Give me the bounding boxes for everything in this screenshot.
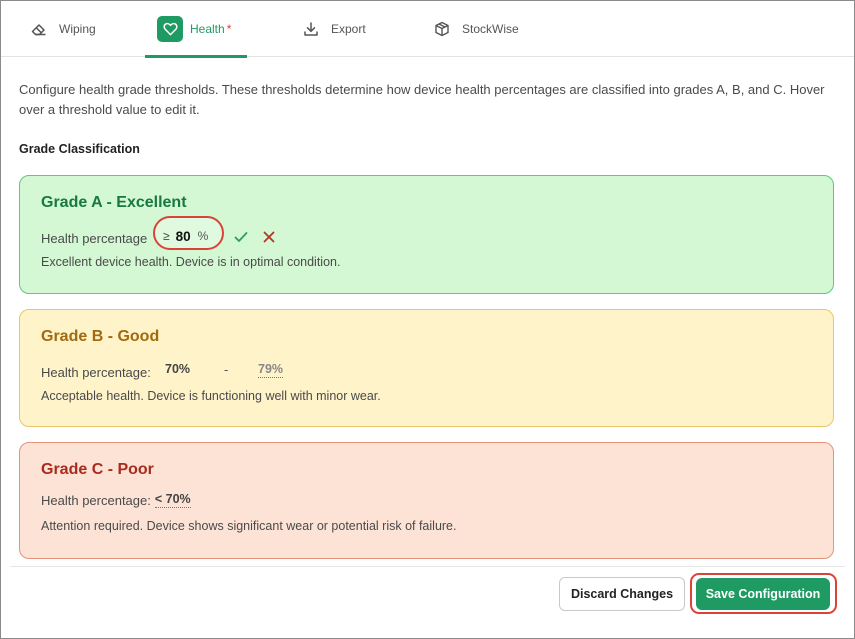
grade-b-description: Acceptable health. Device is functioning… xyxy=(41,389,381,403)
active-tab-indicator xyxy=(145,55,247,58)
eraser-icon xyxy=(29,19,49,39)
grade-b-low-value: 70% xyxy=(165,362,191,376)
cancel-x-icon[interactable] xyxy=(261,229,277,245)
intro-text: Configure health grade thresholds. These… xyxy=(19,82,825,117)
tab-stockwise[interactable]: StockWise xyxy=(432,1,519,57)
grade-a-description: Excellent device health. Device is in op… xyxy=(41,255,341,269)
grade-a-threshold-input[interactable]: 80 xyxy=(176,229,191,244)
grade-a-hp-label: Health percentage xyxy=(41,230,148,246)
grade-c-title: Grade C - Poor xyxy=(41,461,154,478)
grade-c-hp-row: Health percentage: < 70% xyxy=(41,490,191,510)
grade-a-title: Grade A - Excellent xyxy=(41,194,187,211)
grade-b-hp-label: Health percentage: xyxy=(41,364,151,380)
tab-export[interactable]: Export xyxy=(301,1,366,57)
box-icon xyxy=(432,19,452,39)
save-configuration-button[interactable]: Save Configuration xyxy=(696,578,830,610)
tab-stockwise-label: StockWise xyxy=(462,22,519,36)
confirm-check-icon[interactable] xyxy=(233,229,249,245)
grade-a-hp-row: Health percentage xyxy=(41,228,147,248)
percent-unit: % xyxy=(197,229,209,243)
range-dash: - xyxy=(224,362,229,377)
download-icon xyxy=(301,19,321,39)
grade-c-threshold[interactable]: < 70% xyxy=(154,492,191,508)
tab-bar: Wiping Health * Export StockWise xyxy=(1,1,854,58)
tab-wiping[interactable]: Wiping xyxy=(29,1,96,57)
grade-c-description: Attention required. Device shows signifi… xyxy=(41,519,457,533)
grade-c-hp-label: Health percentage: xyxy=(41,492,151,508)
tab-health-label: Health xyxy=(190,22,225,36)
tab-export-label: Export xyxy=(331,22,366,36)
footer-divider xyxy=(10,566,845,567)
tab-health[interactable]: Health * xyxy=(157,1,231,57)
section-title: Grade Classification xyxy=(19,142,140,156)
tab-wiping-label: Wiping xyxy=(59,22,96,36)
operator-symbol: ≥ xyxy=(163,229,170,243)
grade-b-title: Grade B - Good xyxy=(41,328,160,345)
grade-c-card: Grade C - Poor Health percentage: < 70% … xyxy=(19,442,834,559)
unsaved-marker: * xyxy=(226,22,232,36)
heart-icon xyxy=(157,16,183,42)
grade-b-card: Grade B - Good Health percentage: 70% - … xyxy=(19,309,834,427)
grade-b-hp-row: Health percentage: xyxy=(41,362,151,382)
grade-a-threshold-editor[interactable]: ≥ 80 % xyxy=(163,226,208,246)
grade-a-card: Grade A - Excellent Health percentage ≥ … xyxy=(19,175,834,294)
grade-b-high-threshold[interactable]: 79% xyxy=(258,362,284,378)
discard-changes-button[interactable]: Discard Changes xyxy=(559,577,685,611)
